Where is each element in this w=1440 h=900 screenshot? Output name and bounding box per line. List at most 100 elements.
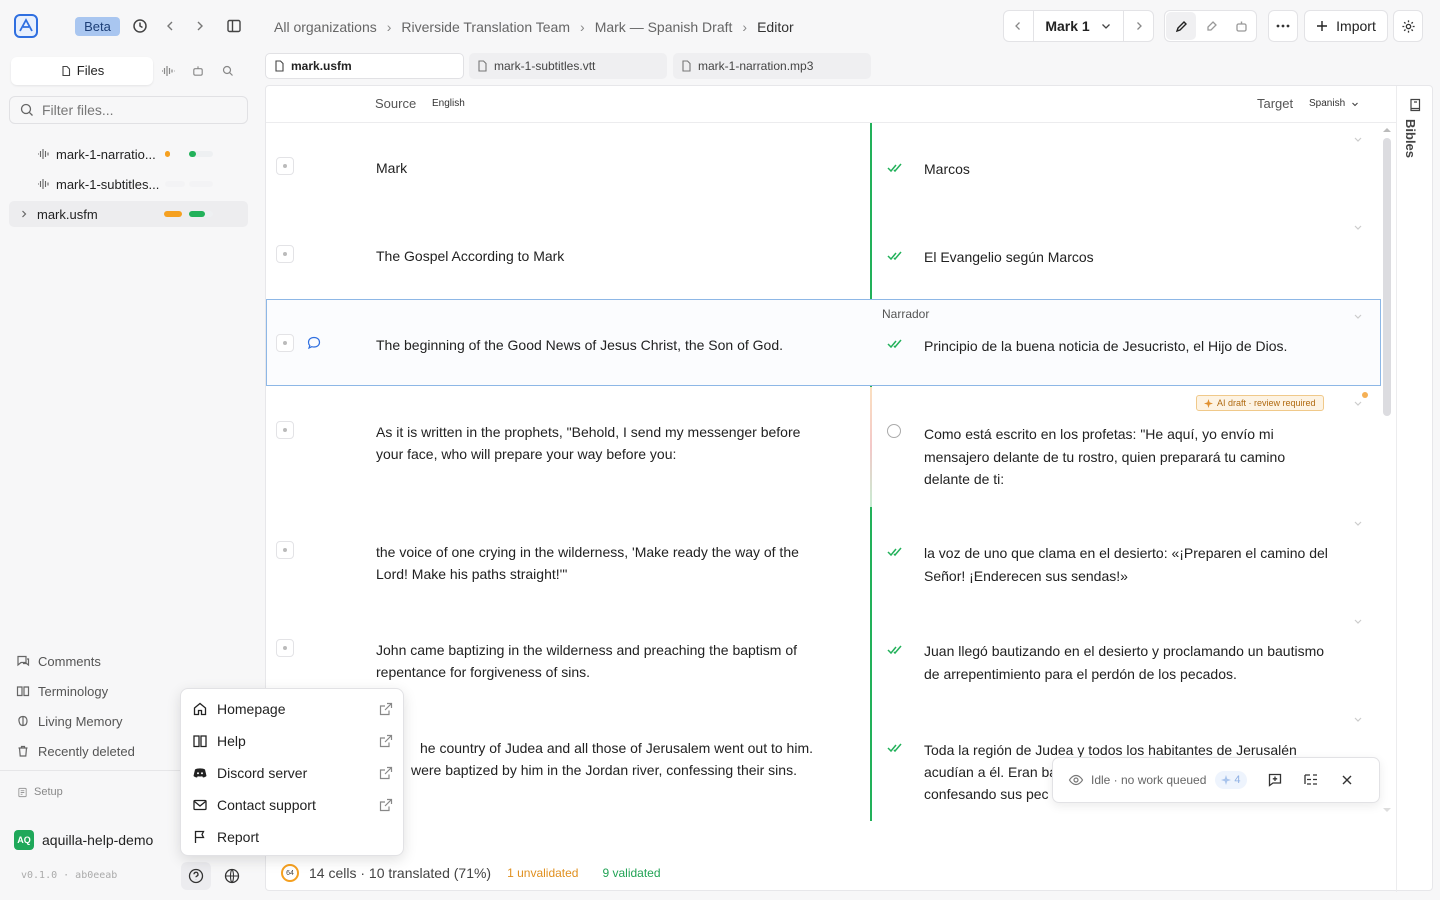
sidebar-item-recently-deleted[interactable]: Recently deleted (16, 740, 135, 762)
previous-chapter-icon[interactable] (1004, 11, 1034, 41)
breadcrumb-project[interactable]: Mark — Spanish Draft (595, 19, 733, 35)
target-text[interactable]: Juan llegó bautizando en el desierto y p… (924, 640, 1334, 685)
back-icon[interactable] (160, 16, 180, 36)
cell-row[interactable]: Mark Marcos (266, 123, 1381, 211)
filter-files-input[interactable]: Filter files... (9, 96, 248, 124)
setup-icon (18, 787, 27, 797)
ai-mode-icon[interactable] (1226, 12, 1256, 40)
sidebar-item-living-memory[interactable]: Living Memory (16, 710, 123, 732)
validated-check-icon (887, 645, 902, 655)
top-bar: Beta All organizations › Riverside Trans… (0, 0, 1440, 52)
scrollbar-thumb[interactable] (1383, 138, 1391, 416)
menu-item-discord[interactable]: Discord server (192, 760, 394, 786)
progress-ring: 64 (281, 864, 299, 882)
sidebar-item-setup[interactable]: Setup (17, 781, 63, 803)
menu-item-homepage[interactable]: Homepage (192, 696, 394, 722)
sidebar-item-comments[interactable]: Comments (16, 650, 101, 672)
bibles-panel-toggle[interactable]: Bibles (1396, 86, 1433, 892)
target-text[interactable]: Principio de la buena noticia de Jesucri… (924, 335, 1334, 358)
tab-mark-usfm[interactable]: mark.usfm (265, 53, 464, 79)
cell-row[interactable]: the voice of one crying in the wildernes… (266, 507, 1381, 605)
toggle-sidebar-icon[interactable] (224, 16, 244, 36)
file-item-name: mark-1-narratio... (56, 146, 156, 162)
plus-icon (1317, 21, 1328, 31)
close-icon[interactable] (1333, 766, 1361, 794)
import-button[interactable]: Import (1304, 10, 1388, 42)
cell-row-selected[interactable]: The beginning of the Good News of Jesus … (266, 299, 1381, 386)
comment-icon (307, 336, 321, 350)
cell-menu-handle[interactable] (276, 245, 294, 263)
more-icon (1276, 24, 1290, 28)
cell-row[interactable]: The Gospel According to Mark El Evangeli… (266, 211, 1381, 299)
import-label: Import (1336, 18, 1376, 34)
ai-draft-label: AI draft · review required (1217, 398, 1316, 408)
breadcrumb-separator: › (386, 19, 392, 35)
menu-item-contact-support[interactable]: Contact support (192, 792, 394, 818)
forward-icon[interactable] (190, 16, 210, 36)
breadcrumb-team[interactable]: Riverside Translation Team (401, 19, 570, 35)
tab-narration[interactable]: mark-1-narration.mp3 (673, 53, 871, 79)
sidebar-item-terminology[interactable]: Terminology (16, 680, 108, 702)
flag-icon (194, 830, 205, 843)
app-logo[interactable] (14, 14, 38, 38)
target-text[interactable]: Como está escrito en los profetas: "He a… (924, 423, 1334, 491)
source-text: he country of Judea and all those of Jer… (420, 740, 814, 756)
validated-progress-track (189, 151, 213, 157)
cell-row[interactable]: John came baptizing in the wilderness an… (266, 605, 1381, 703)
file-icon (478, 60, 487, 72)
cell-menu-handle[interactable] (276, 334, 294, 352)
chevron-down-icon (1354, 225, 1362, 230)
source-language: English (432, 98, 465, 109)
globe-icon[interactable] (218, 862, 246, 890)
chapter-select[interactable]: Mark 1 (1034, 11, 1123, 41)
menu-item-report[interactable]: Report (192, 824, 394, 850)
mail-icon (193, 799, 207, 811)
next-chapter-icon[interactable] (1123, 11, 1153, 41)
file-item[interactable]: mark-1-subtitles... (37, 171, 217, 197)
scroll-down-icon (1383, 808, 1391, 812)
beta-badge: Beta (75, 17, 120, 36)
validated-check-icon (887, 339, 902, 349)
chevron-right-icon (22, 210, 27, 218)
cell-row[interactable]: As it is written in the prophets, "Behol… (266, 387, 1381, 507)
trash-icon (18, 745, 28, 757)
cell-menu-handle[interactable] (276, 639, 294, 657)
add-comment-icon[interactable] (1261, 766, 1289, 794)
cell-menu-handle[interactable] (276, 157, 294, 175)
target-text[interactable]: Marcos (924, 158, 1334, 181)
unvalidated-circle-icon[interactable] (887, 424, 901, 438)
history-icon[interactable] (130, 16, 150, 36)
file-item[interactable]: mark-1-narratio... (37, 141, 217, 167)
book-icon (16, 686, 30, 697)
cell-menu-handle[interactable] (276, 421, 294, 439)
editor-stats: 64 14 cells · 10 translated (71%) 1 unva… (281, 863, 661, 883)
target-text[interactable]: El Evangelio según Marcos (924, 246, 1334, 269)
tab-files[interactable]: Files (11, 56, 153, 85)
chevron-down-icon (1354, 521, 1362, 526)
settings-button[interactable] (1393, 10, 1423, 42)
list-tree-icon[interactable] (1297, 766, 1325, 794)
target-language-select[interactable]: Spanish (1309, 98, 1359, 109)
chevron-down-icon (1354, 401, 1362, 406)
tab-label: mark-1-narration.mp3 (698, 59, 814, 73)
cell-menu-handle[interactable] (276, 541, 294, 559)
sidebar-divider (0, 770, 180, 771)
tab-subtitles[interactable]: mark-1-subtitles.vtt (469, 53, 667, 79)
breadcrumb-separator: › (742, 19, 748, 35)
target-text[interactable]: la voz de uno que clama en el desierto: … (924, 542, 1334, 587)
brush-mode-icon[interactable] (1196, 12, 1226, 40)
file-item[interactable]: mark.usfm (9, 201, 248, 227)
tab-audio[interactable] (153, 57, 183, 85)
waveform-icon (38, 179, 49, 189)
tab-ai[interactable] (183, 57, 213, 85)
validated-count[interactable]: 9 validated (602, 866, 660, 880)
workspace-switcher[interactable]: AQ aquilla-help-demo (14, 830, 153, 850)
breadcrumb-organizations[interactable]: All organizations (274, 19, 377, 35)
validated-progress-fill (189, 151, 196, 157)
help-icon[interactable] (181, 862, 211, 890)
menu-item-help[interactable]: Help (192, 728, 394, 754)
edit-mode-icon[interactable] (1166, 12, 1196, 40)
tab-search[interactable] (213, 57, 243, 85)
more-options-button[interactable] (1268, 10, 1298, 42)
unvalidated-count[interactable]: 1 unvalidated (507, 866, 578, 880)
